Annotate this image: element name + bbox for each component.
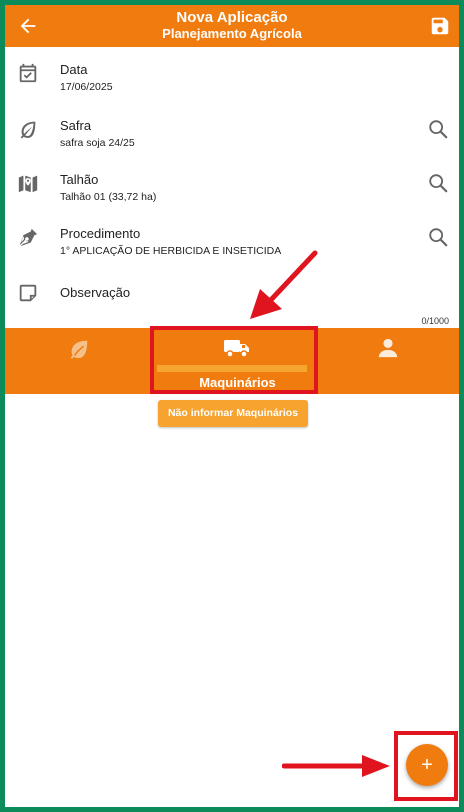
- user-icon: [378, 338, 398, 358]
- annotation-arrow-icon: [282, 755, 390, 777]
- field-procedimento[interactable]: Procedimento 1° APLICAÇÃO DE HERBICIDA E…: [5, 224, 459, 264]
- pen-nib-icon: [19, 227, 38, 247]
- app-bar-titles: Nova Aplicação Planejamento Agrícola: [65, 9, 399, 42]
- search-icon[interactable]: [427, 118, 449, 140]
- field-talhao-value: Talhão 01 (33,72 ha): [60, 191, 157, 203]
- no-machinery-button[interactable]: Não informar Maquinários: [158, 400, 308, 427]
- note-icon: [19, 284, 37, 302]
- add-button[interactable]: +: [406, 744, 448, 786]
- annotation-arrow-icon: [250, 250, 318, 319]
- annotation-highlight-tab: [150, 326, 318, 394]
- field-safra-value: safra soja 24/25: [60, 137, 135, 149]
- leaf-icon: [70, 340, 88, 359]
- arrow-left-icon[interactable]: [17, 15, 39, 37]
- field-safra-label: Safra: [60, 118, 92, 133]
- field-safra[interactable]: Safra safra soja 24/25: [5, 116, 459, 156]
- field-talhao[interactable]: Talhão Talhão 01 (33,72 ha): [5, 170, 459, 210]
- app-bar: Nova Aplicação Planejamento Agrícola: [5, 5, 459, 47]
- field-observacao[interactable]: Observação: [5, 280, 459, 310]
- field-procedimento-label: Procedimento: [60, 226, 141, 241]
- tab-safra[interactable]: [5, 328, 155, 394]
- observation-char-counter: 0/1000: [421, 316, 449, 326]
- search-icon[interactable]: [427, 226, 449, 248]
- field-observacao-label: Observação: [60, 285, 131, 300]
- map-marker-icon: [18, 175, 38, 193]
- page-title: Nova Aplicação: [176, 9, 288, 26]
- leaf-icon: [20, 121, 36, 139]
- field-data-value: 17/06/2025: [60, 81, 113, 93]
- calendar-check-icon: [19, 63, 37, 83]
- save-icon[interactable]: [429, 15, 451, 37]
- field-talhao-label: Talhão: [60, 172, 99, 187]
- tab-responsavel[interactable]: [320, 328, 459, 394]
- field-data[interactable]: Data 17/06/2025: [5, 60, 459, 100]
- search-icon[interactable]: [427, 172, 449, 194]
- page-subtitle: Planejamento Agrícola: [162, 26, 302, 41]
- field-data-label: Data: [60, 62, 88, 77]
